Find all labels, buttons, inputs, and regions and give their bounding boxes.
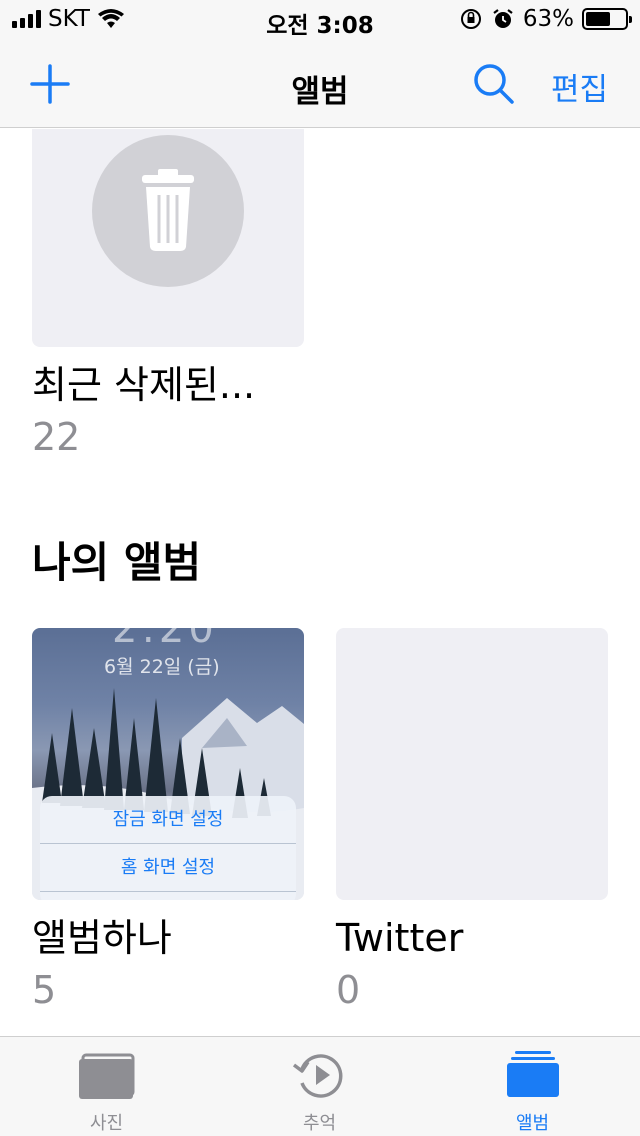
page-title: 앨범 (291, 74, 349, 110)
photos-icon (78, 1053, 134, 1099)
section-title: 나의 앨범 (32, 538, 202, 587)
tab-albums[interactable]: 앨범 (426, 1037, 639, 1136)
search-button[interactable] (470, 60, 518, 108)
album-name: 최근 삭제된... (32, 363, 256, 407)
tab-label: 사진 (89, 1113, 124, 1134)
navigation-bar: 앨범 편집 (0, 40, 640, 128)
album-count: 0 (336, 968, 361, 1012)
album-name: Twitter (336, 916, 464, 960)
battery-icon (582, 8, 632, 30)
album-item[interactable]: Twitter 0 (336, 628, 608, 1014)
album-count: 5 (32, 968, 57, 1012)
album-thumbnail[interactable] (32, 129, 304, 347)
status-right: 63% (459, 6, 632, 32)
album-name: 앨범하나 (32, 916, 172, 960)
album-item[interactable]: 2:20 6월 22일 (금) 잠금 화면 설정 홈 화면 설정 앨범하나 5 (32, 628, 304, 1014)
sheet-item-home-screen: 홈 화면 설정 (40, 844, 296, 892)
albums-content[interactable]: 최근 삭제된... 22 나의 앨범 2:20 6월 22일 (금) 잠금 화면… (0, 129, 640, 1036)
alarm-icon (493, 9, 513, 28)
sheet-item-lock-screen: 잠금 화면 설정 (40, 796, 296, 844)
status-bar: SKT 오전 3:08 63% (0, 0, 640, 40)
tab-label: 앨범 (515, 1113, 550, 1134)
screen: SKT 오전 3:08 63% 앨범 편집 최근 삭제된... 22 나의 앨범… (0, 0, 640, 1136)
recently-deleted-album[interactable]: 최근 삭제된... 22 (32, 129, 304, 461)
albums-icon (506, 1051, 559, 1097)
tab-photos[interactable]: 사진 (0, 1037, 213, 1136)
battery-percent: 63% (522, 6, 574, 32)
trash-badge (92, 135, 244, 287)
album-thumbnail[interactable] (336, 628, 608, 900)
tab-bar: 사진 추억 앨범 (0, 1036, 640, 1136)
battery-fill (586, 12, 610, 26)
edit-button[interactable]: 편집 (551, 64, 608, 109)
tab-label: 추억 (302, 1113, 337, 1134)
memories-icon (292, 1054, 342, 1098)
action-sheet-preview: 잠금 화면 설정 홈 화면 설정 (40, 796, 296, 900)
album-count: 22 (32, 415, 81, 459)
album-thumbnail[interactable]: 2:20 6월 22일 (금) 잠금 화면 설정 홈 화면 설정 (32, 628, 304, 900)
orientation-lock-icon (460, 9, 481, 29)
trash-icon (142, 169, 194, 251)
tab-memories[interactable]: 추억 (213, 1037, 426, 1136)
